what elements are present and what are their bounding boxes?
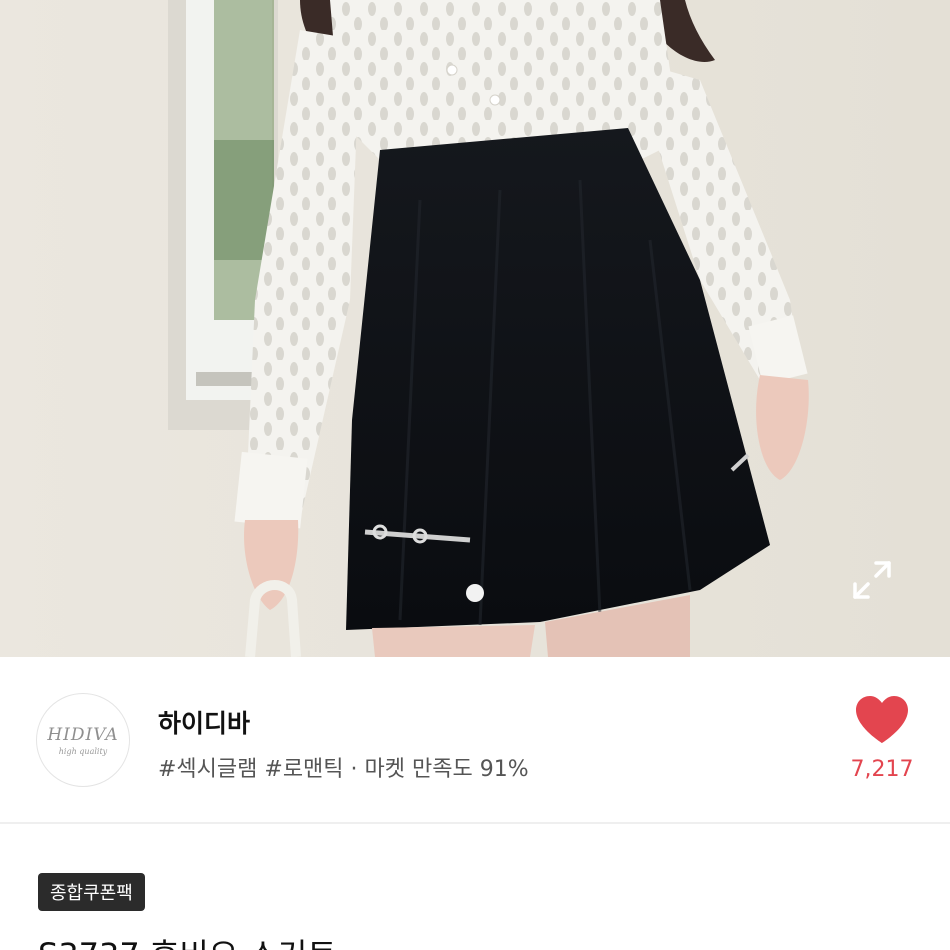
shop-name[interactable]: 하이디바 — [158, 704, 250, 740]
like-button[interactable]: 7,217 — [846, 695, 918, 805]
shop-logo-subtext: high quality — [58, 746, 108, 756]
shop-info-row[interactable]: HIDIVA high quality 하이디바 #섹시글램 #로맨틱 · 마켓… — [0, 657, 950, 824]
like-count: 7,217 — [850, 757, 914, 782]
expand-icon — [853, 561, 891, 599]
product-hero-image[interactable] — [0, 0, 950, 657]
heart-icon — [854, 695, 910, 745]
coupon-badge[interactable]: 종합쿠폰팩 — [38, 873, 145, 911]
shop-logo[interactable]: HIDIVA high quality — [36, 693, 130, 787]
expand-button[interactable] — [852, 560, 906, 614]
shop-tags: #섹시글램 #로맨틱 · 마켓 만족도 91% — [158, 757, 529, 782]
product-title: S3737 후비오 스커트 — [38, 930, 337, 950]
page-indicator-dot[interactable] — [466, 584, 484, 602]
shop-logo-text: HIDIVA — [47, 724, 119, 745]
product-photo — [0, 0, 950, 657]
